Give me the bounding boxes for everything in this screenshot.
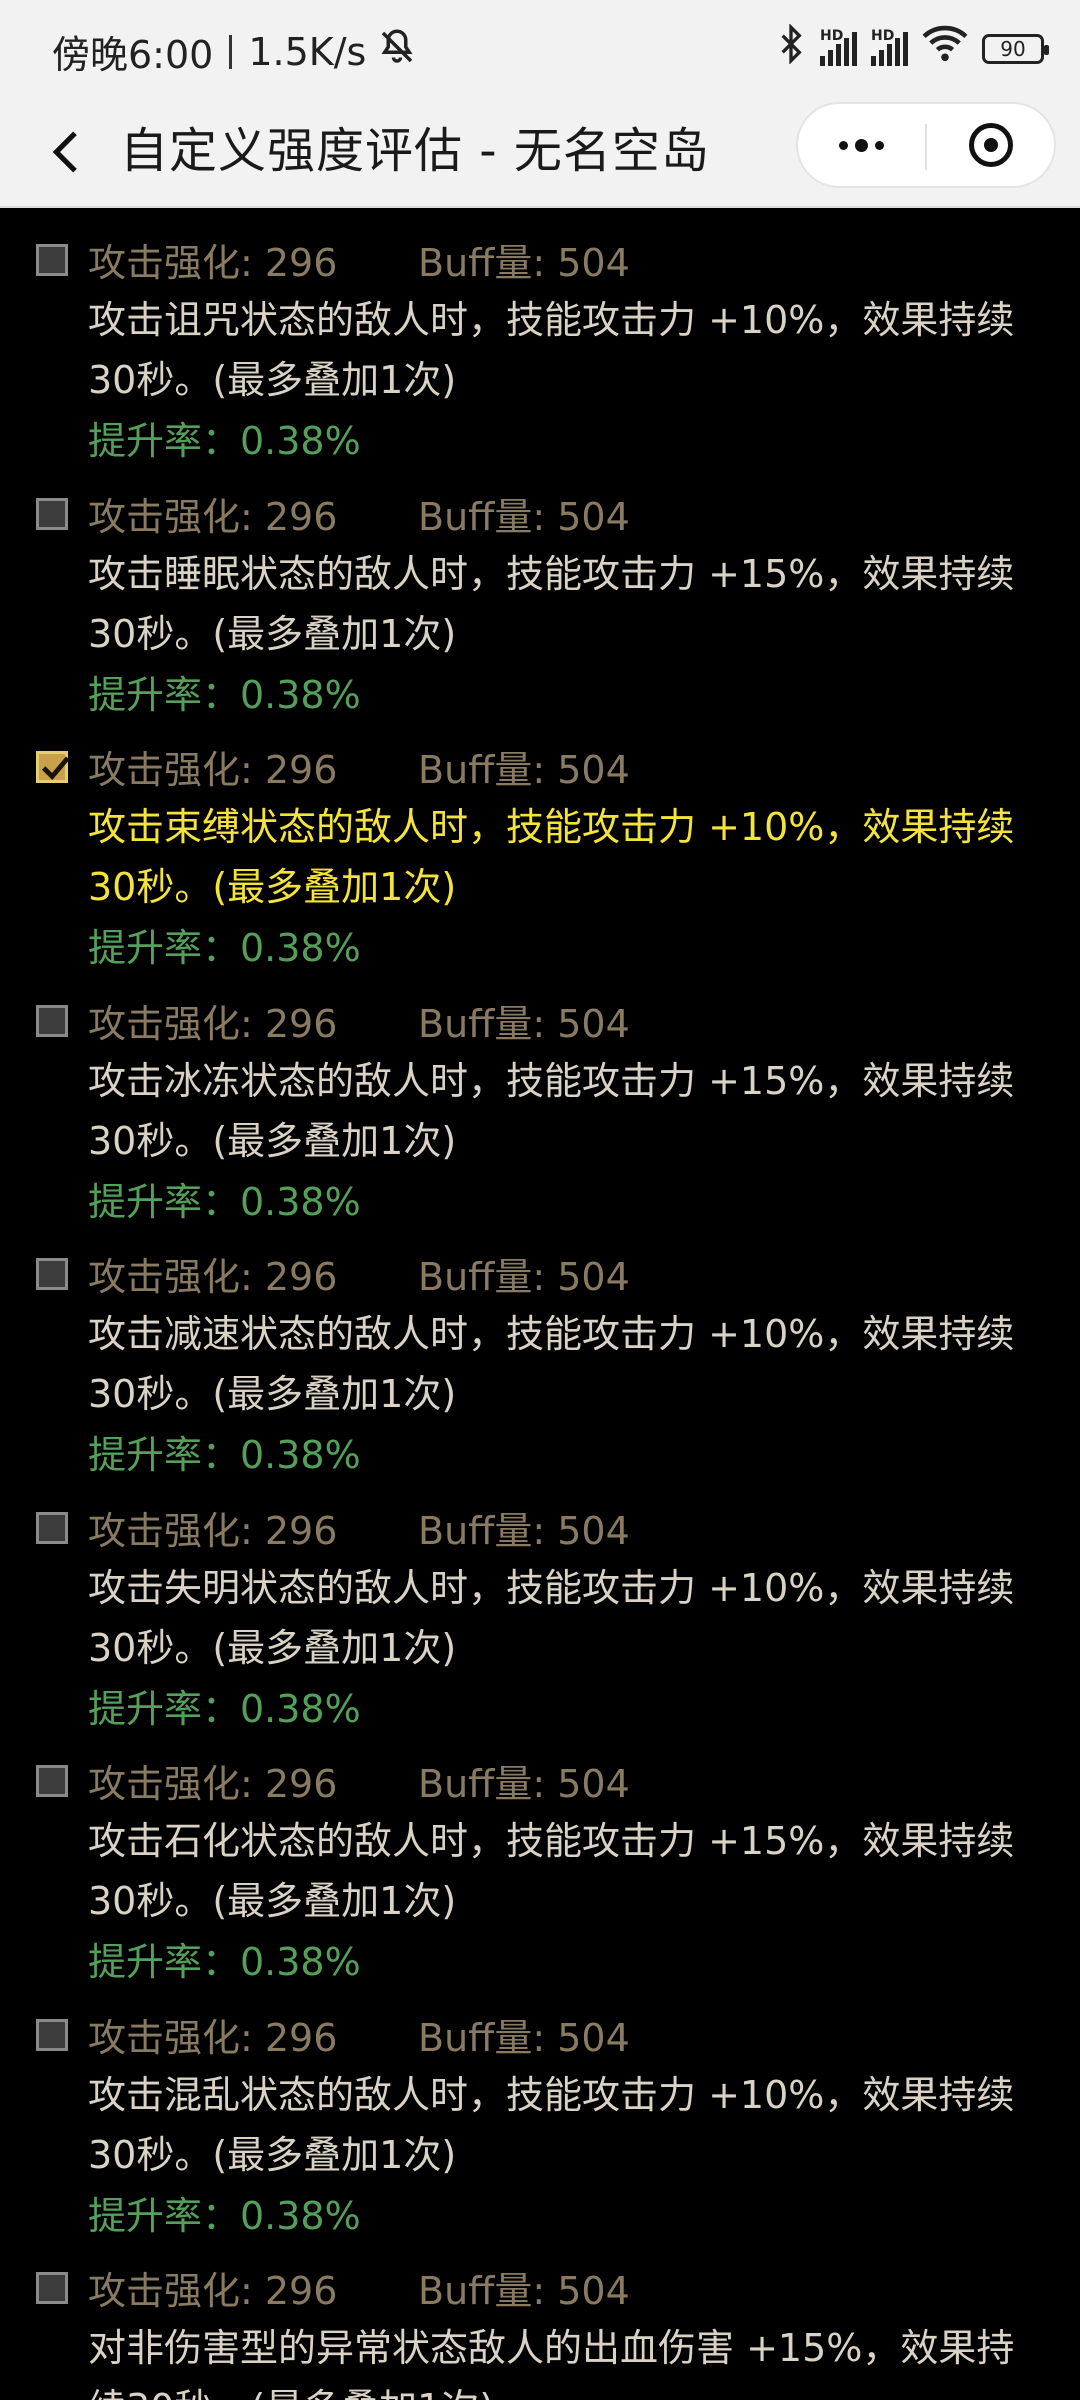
attack-enhance-label: 攻击强化: 296 — [88, 1001, 338, 1046]
buff-amount-label: Buff量: 504 — [418, 2015, 630, 2060]
buff-amount-label: Buff量: 504 — [418, 748, 630, 792]
list-item[interactable]: 攻击强化: 296 Buff量: 504 攻击石化状态的敌人时，技能攻击力 +1… — [0, 1731, 1080, 1985]
attack-enhance-label: 攻击强化: 296 — [88, 2015, 338, 2060]
option-checkbox[interactable] — [36, 751, 70, 783]
list-item[interactable]: 攻击强化: 296 Buff量: 504 攻击混乱状态的敌人时，技能攻击力 +1… — [0, 1985, 1080, 2239]
list-item[interactable]: 攻击强化: 296 Buff量: 504 攻击冰冻状态的敌人时，技能攻击力 +1… — [0, 971, 1080, 1225]
effect-description: 攻击失明状态的敌人时，技能攻击力 +10%，效果持续30秒。(最多叠加1次) — [88, 1565, 1015, 1670]
buff-amount-label: Buff量: 504 — [418, 1762, 630, 1806]
status-separator — [229, 34, 233, 69]
option-checkbox[interactable] — [36, 1004, 68, 1037]
item-header: 攻击强化: 296 Buff量: 504 — [88, 1500, 630, 1555]
signal-icon-1: HD — [820, 28, 857, 66]
item-header: 攻击强化: 296 Buff量: 504 — [88, 739, 630, 794]
effect-description: 攻击石化状态的敌人时，技能攻击力 +15%，效果持续30秒。(最多叠加1次) — [88, 1819, 1015, 1923]
bluetooth-icon — [776, 23, 806, 73]
item-header: 攻击强化: 296 Buff量: 504 — [88, 2260, 630, 2315]
chevron-left-icon — [52, 131, 77, 173]
option-list: 攻击强化: 296 Buff量: 504 攻击诅咒状态的敌人时，技能攻击力 +1… — [0, 210, 1080, 2400]
attack-enhance-label: 攻击强化: 296 — [88, 748, 338, 792]
buff-amount-label: Buff量: 504 — [418, 1508, 630, 1553]
effect-description: 攻击减速状态的敌人时，技能攻击力 +10%，效果持续30秒。(最多叠加1次) — [88, 1312, 1015, 1416]
option-checkbox[interactable] — [36, 1258, 68, 1290]
back-button[interactable] — [40, 124, 96, 180]
status-bar: 傍晚6:00 1.5K/s HD HD 90 — [0, 0, 1080, 96]
item-header: 攻击强化: 296 Buff量: 504 — [88, 232, 630, 287]
navigation-bar: 自定义强度评估 - 无名空岛 — [0, 96, 1080, 208]
improvement-rate: 提升率：0.38% — [88, 419, 361, 463]
more-button[interactable] — [798, 104, 925, 186]
improvement-rate: 提升率：0.38% — [88, 1940, 361, 1984]
improvement-rate: 提升率：0.38% — [88, 672, 361, 717]
buff-amount-label: Buff量: 504 — [418, 1001, 630, 1046]
effect-description: 攻击束缚状态的敌人时，技能攻击力 +10%，效果持续30秒。(最多叠加1次) — [88, 805, 1015, 909]
option-checkbox[interactable] — [36, 244, 68, 276]
attack-enhance-label: 攻击强化: 296 — [88, 494, 338, 539]
list-item[interactable]: 攻击强化: 296 Buff量: 504 对非伤害型的异常状态敌人的出血伤害 +… — [0, 2238, 1080, 2400]
improvement-rate: 提升率：0.38% — [88, 1686, 361, 1731]
buff-amount-label: Buff量: 504 — [418, 494, 630, 539]
list-item[interactable]: 攻击强化: 296 Buff量: 504 攻击减速状态的敌人时，技能攻击力 +1… — [0, 1224, 1080, 1478]
option-checkbox[interactable] — [36, 1511, 68, 1544]
item-header: 攻击强化: 296 Buff量: 504 — [88, 486, 630, 541]
buff-amount-label: Buff量: 504 — [418, 1255, 630, 1299]
effect-description: 攻击诅咒状态的敌人时，技能攻击力 +10%，效果持续30秒。(最多叠加1次) — [88, 298, 1015, 402]
status-time: 傍晚6:00 — [52, 33, 214, 77]
attack-enhance-label: 攻击强化: 296 — [88, 2269, 338, 2313]
effect-description: 攻击冰冻状态的敌人时，技能攻击力 +15%，效果持续30秒。(最多叠加1次) — [88, 1058, 1015, 1163]
mini-program-capsule — [796, 102, 1056, 188]
buff-amount-label: Buff量: 504 — [418, 241, 630, 285]
option-checkbox[interactable] — [36, 2018, 68, 2051]
improvement-rate: 提升率：0.38% — [88, 926, 361, 970]
item-header: 攻击强化: 296 Buff量: 504 — [88, 2007, 630, 2062]
signal-icon-2: HD — [871, 28, 908, 66]
checkmark-icon — [41, 756, 70, 781]
wifi-icon — [922, 25, 968, 72]
option-checkbox[interactable] — [36, 1765, 68, 1797]
close-miniprogram-button[interactable] — [927, 104, 1054, 186]
improvement-rate: 提升率：0.38% — [88, 1433, 361, 1477]
attack-enhance-label: 攻击强化: 296 — [88, 1762, 338, 1806]
effect-description: 攻击混乱状态的敌人时，技能攻击力 +10%，效果持续30秒。(最多叠加1次) — [88, 2072, 1015, 2177]
more-dots-icon — [839, 138, 884, 152]
attack-enhance-label: 攻击强化: 296 — [88, 1255, 338, 1299]
list-item[interactable]: 攻击强化: 296 Buff量: 504 攻击睡眠状态的敌人时，技能攻击力 +1… — [0, 464, 1080, 718]
list-item[interactable]: 攻击强化: 296 Buff量: 504 攻击失明状态的敌人时，技能攻击力 +1… — [0, 1478, 1080, 1732]
battery-icon: 90 — [982, 33, 1049, 64]
list-item[interactable]: 攻击强化: 296 Buff量: 504 攻击束缚状态的敌人时，技能攻击力 +1… — [0, 717, 1080, 971]
item-header: 攻击强化: 296 Buff量: 504 — [88, 1753, 630, 1808]
improvement-rate: 提升率：0.38% — [88, 2193, 361, 2238]
network-speed: 1.5K/s — [248, 29, 367, 74]
option-checkbox[interactable] — [36, 497, 68, 530]
target-circle-icon — [968, 123, 1013, 167]
option-checkbox[interactable] — [36, 2272, 68, 2304]
silent-bell-icon — [376, 26, 418, 77]
attack-enhance-label: 攻击强化: 296 — [88, 241, 338, 285]
buff-amount-label: Buff量: 504 — [418, 2269, 630, 2313]
page-title: 自定义强度评估 - 无名空岛 — [120, 123, 710, 179]
list-item[interactable]: 攻击强化: 296 Buff量: 504 攻击诅咒状态的敌人时，技能攻击力 +1… — [0, 210, 1080, 464]
item-header: 攻击强化: 296 Buff量: 504 — [88, 993, 630, 1048]
effect-description: 对非伤害型的异常状态敌人的出血伤害 +15%，效果持续30秒。(最多叠加1次) — [88, 2326, 1015, 2400]
attack-enhance-label: 攻击强化: 296 — [88, 1508, 338, 1553]
improvement-rate: 提升率：0.38% — [88, 1179, 361, 1224]
item-header: 攻击强化: 296 Buff量: 504 — [88, 1246, 630, 1301]
effect-description: 攻击睡眠状态的敌人时，技能攻击力 +15%，效果持续30秒。(最多叠加1次) — [88, 551, 1015, 656]
